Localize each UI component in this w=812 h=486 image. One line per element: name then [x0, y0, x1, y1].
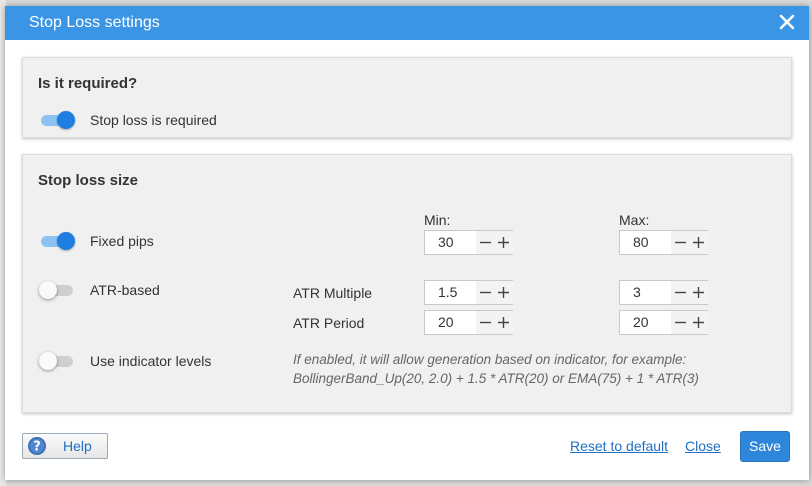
atr-period-min-stepper: 20 — [424, 310, 513, 335]
minus-icon[interactable] — [671, 311, 690, 334]
minus-icon[interactable] — [671, 231, 690, 254]
plus-icon[interactable] — [689, 231, 708, 254]
indicator-hint-line-2: BollingerBand_Up(20, 2.0) + 1.5 * ATR(20… — [293, 371, 699, 386]
atr-multiple-max-input[interactable]: 3 — [620, 281, 671, 304]
toggle-knob — [57, 232, 75, 250]
atr-period-max-input[interactable]: 20 — [620, 311, 671, 334]
atr-period-label: ATR Period — [293, 315, 365, 331]
help-label: Help — [63, 438, 92, 454]
atr-multiple-max-stepper: 3 — [619, 280, 708, 305]
atr-period-max-stepper: 20 — [619, 310, 708, 335]
minus-icon[interactable] — [476, 281, 495, 304]
toggle-knob — [39, 352, 57, 370]
atr-based-label: ATR-based — [90, 282, 160, 298]
indicator-levels-label: Use indicator levels — [90, 353, 212, 369]
save-button[interactable]: Save — [740, 431, 790, 462]
stop-loss-settings-dialog: Stop Loss settings Is it required? Stop … — [5, 6, 809, 480]
indicator-hint-line-1: If enabled, it will allow generation bas… — [293, 352, 687, 367]
required-heading: Is it required? — [38, 75, 138, 92]
fixed-pips-min-input[interactable]: 30 — [425, 231, 476, 254]
dialog-title: Stop Loss settings — [29, 14, 160, 31]
toggle-knob — [57, 111, 75, 129]
close-icon[interactable] — [775, 10, 799, 34]
minus-icon[interactable] — [476, 231, 495, 254]
size-heading: Stop loss size — [38, 172, 139, 189]
indicator-levels-toggle[interactable] — [39, 351, 75, 371]
fixed-pips-max-stepper: 80 — [619, 230, 708, 255]
fixed-pips-label: Fixed pips — [90, 233, 154, 249]
plus-icon[interactable] — [689, 311, 708, 334]
min-header: Min: — [424, 212, 451, 228]
plus-icon[interactable] — [494, 231, 513, 254]
atr-multiple-min-input[interactable]: 1.5 — [425, 281, 476, 304]
fixed-pips-toggle[interactable] — [39, 231, 75, 251]
stop-loss-required-label: Stop loss is required — [90, 112, 217, 128]
help-button[interactable]: ? Help — [22, 433, 108, 459]
stop-loss-required-toggle[interactable] — [39, 110, 75, 130]
plus-icon[interactable] — [494, 311, 513, 334]
reset-to-default-link[interactable]: Reset to default — [570, 438, 668, 454]
indicator-hint: If enabled, it will allow generation bas… — [293, 350, 773, 388]
dialog-titlebar: Stop Loss settings — [5, 6, 809, 40]
fixed-pips-max-input[interactable]: 80 — [620, 231, 671, 254]
svg-text:?: ? — [33, 440, 41, 455]
atr-period-min-input[interactable]: 20 — [425, 311, 476, 334]
toggle-knob — [39, 281, 57, 299]
size-panel: Stop loss size Min: Max: Fixed pips 30 8… — [22, 154, 792, 413]
minus-icon[interactable] — [671, 281, 690, 304]
atr-multiple-label: ATR Multiple — [293, 285, 373, 301]
max-header: Max: — [619, 212, 650, 228]
question-circle-icon: ? — [27, 436, 47, 456]
close-link[interactable]: Close — [685, 438, 721, 454]
minus-icon[interactable] — [476, 311, 495, 334]
atr-multiple-min-stepper: 1.5 — [424, 280, 513, 305]
atr-based-toggle[interactable] — [39, 280, 75, 300]
plus-icon[interactable] — [689, 281, 708, 304]
fixed-pips-min-stepper: 30 — [424, 230, 513, 255]
plus-icon[interactable] — [494, 281, 513, 304]
required-panel: Is it required? Stop loss is required — [22, 57, 792, 138]
